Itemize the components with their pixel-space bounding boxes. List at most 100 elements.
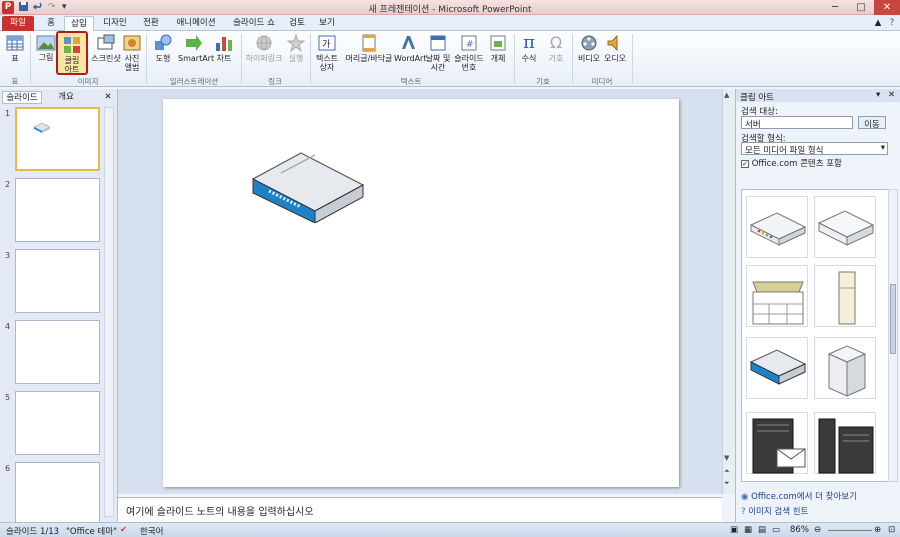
image-button[interactable]: 그림 [34,53,58,62]
datetime-button[interactable]: 날짜 및 시간 [424,33,452,72]
reading-view-icon[interactable]: ▤ [758,525,766,535]
equation-button[interactable]: π 수식 [518,32,540,64]
pane-options-icon[interactable]: ▾ [876,90,880,100]
tab-view[interactable]: 보기 [314,16,340,31]
shapes-button[interactable]: 도형 [150,33,176,63]
help-icon[interactable]: ? [886,16,898,31]
fit-window-icon[interactable]: ⊡ [888,525,895,535]
close-button[interactable]: ✕ [874,0,900,15]
language-indicator[interactable]: 한국어 [140,525,163,537]
header-footer-button[interactable]: 머리글/바닥글 [344,33,394,63]
slide-canvas[interactable] [163,99,679,487]
clipart-result-item[interactable] [814,196,876,258]
previous-slide-icon[interactable]: ⏶ [724,467,730,476]
screenshot-button[interactable]: 스크린샷 [90,33,122,63]
slide-thumbnail[interactable] [15,462,100,526]
ribbon-tabs: 파일 홈 삽입 디자인 전환 애니메이션 슬라이드 쇼 검토 보기 ▲ ? [0,15,900,31]
slide-thumbnail[interactable] [15,391,100,455]
clipart-pane: 클립 아트 ▾ ✕ 검색 대상: 서버 이동 검색할 형식: 모든 미디어 파일… [735,89,900,522]
network-switch-icon [33,122,51,133]
tab-review[interactable]: 검토 [284,16,310,31]
tab-slideshow[interactable]: 슬라이드 쇼 [226,16,282,31]
clipart-scrollbar[interactable] [888,189,898,482]
tab-transitions[interactable]: 전환 [136,16,166,31]
chart-button[interactable]: 차트 [212,33,236,63]
app-logo-icon[interactable]: P [2,1,14,14]
slide-number: 1 [5,109,11,118]
slide-sorter-icon[interactable]: ▦ [744,525,752,535]
clipart-button[interactable]: 클립 아트 [56,31,88,75]
go-button[interactable]: 이동 [858,116,886,130]
media-type-select[interactable]: 모든 미디어 파일 형식 ▾ [741,142,888,156]
undo-icon[interactable] [33,1,45,14]
clipart-result-item[interactable] [746,412,808,474]
tab-slides[interactable]: 슬라이드 [2,91,42,104]
slides-pane: 슬라이드 개요 ✕ 1 2 3 4 5 6 [0,89,118,526]
network-switch-clipart-icon[interactable] [251,151,365,223]
object-button[interactable]: 개체 [486,33,510,63]
spellcheck-icon[interactable]: ✔ [120,525,127,535]
next-slide-icon[interactable]: ⏷ [724,479,730,488]
textbox-button[interactable]: 가 텍스트 상자 [312,33,342,72]
header-footer-icon [362,34,376,52]
textbox-icon: 가 [318,35,336,51]
scroll-down-icon[interactable]: ▼ [724,454,729,462]
search-input[interactable]: 서버 [741,116,853,130]
ribbon-minimize-icon[interactable]: ▲ [872,16,884,31]
table-button[interactable]: 표 [4,33,26,63]
hyperlink-button[interactable]: 하이퍼링크 [244,33,284,63]
smartart-button[interactable]: SmartArt [178,33,214,63]
save-icon[interactable] [18,1,30,14]
slide-thumbnail[interactable] [15,320,100,384]
zoom-level[interactable]: 86% [790,525,809,535]
audio-button[interactable]: 오디오 [602,33,628,63]
close-icon[interactable]: ✕ [102,91,114,104]
minimize-button[interactable]: ─ [822,0,848,15]
slide-thumbnail[interactable] [15,107,100,171]
zoom-out-icon[interactable]: ⊖ [814,525,821,535]
pane-close-icon[interactable]: ✕ [888,90,895,100]
action-button[interactable]: 실행 [286,33,306,63]
tab-home[interactable]: 홈 [38,16,64,31]
maximize-button[interactable]: □ [848,0,874,15]
normal-view-icon[interactable]: ▣ [730,525,738,535]
smartart-icon [186,35,202,51]
notes-area[interactable]: 여기에 슬라이드 노트의 내용을 입력하십시오 [118,497,722,522]
thumbnail-scrollbar[interactable] [104,107,114,517]
clipart-result-item[interactable] [746,265,808,327]
redo-icon[interactable]: ↷ [48,1,58,14]
tab-animations[interactable]: 애니메이션 [168,16,224,31]
zoom-in-icon[interactable]: ⊕ [874,525,881,535]
tab-design[interactable]: 디자인 [96,16,134,31]
quick-access-dropdown-icon[interactable]: ▾ [62,1,72,14]
tab-insert[interactable]: 삽입 [64,16,94,31]
slide-scrollbar[interactable]: ▲ ▼ ⏶ ⏷ [722,89,735,494]
tab-file[interactable]: 파일 [2,16,34,31]
include-office-checkbox[interactable]: ✓ Office.com 콘텐츠 포함 [741,157,842,169]
slide-thumbnail[interactable] [15,178,100,242]
window-title: 새 프레젠테이션 - Microsoft PowerPoint [368,5,532,15]
clipart-result-item[interactable] [814,412,876,474]
office-search-link[interactable]: ◉ Office.com에서 더 찾아보기 [741,490,857,502]
slide-number-button[interactable]: # 슬라이드 번호 [452,33,486,72]
clipart-result-item[interactable] [746,196,808,258]
scroll-thumb[interactable] [890,284,896,354]
scroll-up-icon[interactable]: ▲ [724,91,729,99]
clipart-result-item[interactable] [814,337,876,399]
video-button[interactable]: 비디오 [576,33,602,63]
wordart-button[interactable]: WordArt [394,33,426,63]
pi-icon: π [523,32,535,53]
chart-icon [216,37,232,51]
group-separator [632,34,633,84]
clipart-result-item[interactable] [746,337,808,399]
zoom-slider[interactable] [828,530,872,531]
tab-outline[interactable]: 개요 [46,91,86,104]
search-tips-link[interactable]: ? 이미지 검색 힌트 [741,505,808,517]
symbol-button[interactable]: Ω 기호 [544,33,568,63]
slide-thumbnail[interactable] [15,249,100,313]
group-images-label: 이미지 [77,77,99,86]
network-switch-icon [749,349,807,385]
album-button[interactable]: 사진 앨범 [122,33,142,72]
clipart-result-item[interactable] [814,265,876,327]
slideshow-view-icon[interactable]: ▭ [772,525,780,535]
